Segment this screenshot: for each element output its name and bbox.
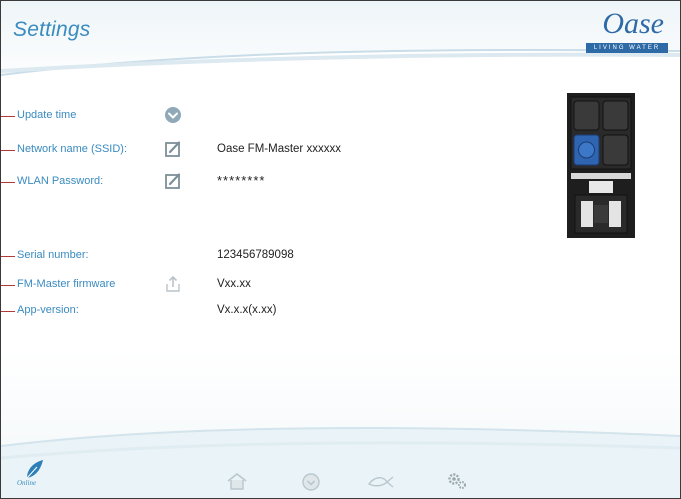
gear-icon[interactable] <box>446 471 470 491</box>
setting-label: Update time <box>17 109 77 121</box>
header: Settings Oase LIVING WATER <box>1 1 680 101</box>
edit-icon[interactable] <box>164 140 182 158</box>
label-leader-line <box>1 116 15 117</box>
setting-row-network-name: Network name (SSID): Oase FM-Master xxxx… <box>1 139 601 161</box>
upload-icon[interactable] <box>164 275 182 293</box>
fish-icon[interactable] <box>367 474 394 494</box>
setting-row-firmware: FM-Master firmware Vxx.xx <box>1 274 601 296</box>
label-leader-line <box>1 256 15 257</box>
page-title: Settings <box>13 18 91 41</box>
app-version-value: Vx.x.x(x.xx) <box>217 304 277 316</box>
logo-wordmark: Oase <box>602 7 664 40</box>
edit-icon[interactable] <box>164 172 182 190</box>
home-icon[interactable] <box>226 472 250 492</box>
clock-icon[interactable] <box>301 472 325 492</box>
setting-row-update-time: Update time <box>1 105 601 127</box>
leaf-icon[interactable] <box>23 458 47 479</box>
fm-master-device-image <box>567 93 635 238</box>
setting-label: Network name (SSID): <box>17 143 128 155</box>
setting-label: Serial number: <box>17 249 89 261</box>
logo-tagline: LIVING WATER <box>586 43 668 53</box>
setting-row-app-version: App-version: Vx.x.x(x.xx) <box>1 300 601 322</box>
ssid-value: Oase FM-Master xxxxxx <box>217 143 341 155</box>
setting-label: WLAN Password: <box>17 175 104 187</box>
firmware-value: Vxx.xx <box>217 278 251 290</box>
setting-label: App-version: <box>17 304 79 316</box>
label-leader-line <box>1 285 15 286</box>
password-value: ******** <box>217 173 266 188</box>
app-window: Settings Oase LIVING WATER Update time N… <box>0 0 681 499</box>
label-leader-line <box>1 150 15 151</box>
setting-label: FM-Master firmware <box>17 278 116 290</box>
label-leader-line <box>1 311 15 312</box>
chevron-down-icon[interactable] <box>164 106 182 124</box>
online-status: Online <box>17 479 37 487</box>
setting-row-wlan-password: WLAN Password: ******** <box>1 171 601 193</box>
bottom-wave <box>1 426 680 498</box>
setting-row-serial-number: Serial number: 123456789098 <box>1 245 601 267</box>
serial-number-value: 123456789098 <box>217 249 294 261</box>
label-leader-line <box>1 182 15 183</box>
brand-logo: Oase LIVING WATER <box>562 7 670 57</box>
